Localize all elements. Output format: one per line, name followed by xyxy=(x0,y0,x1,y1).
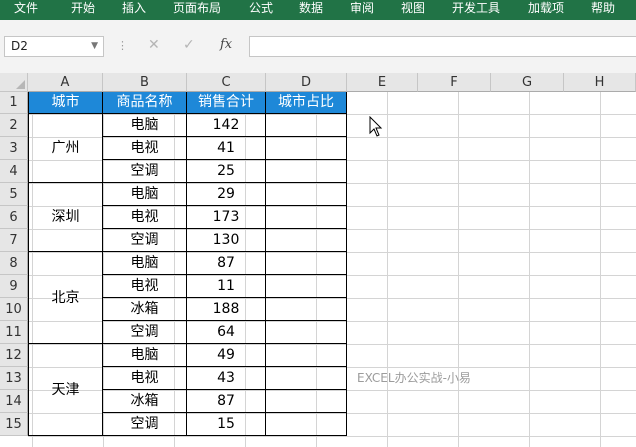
sales-cell[interactable]: 29 xyxy=(187,183,266,206)
chevron-down-icon[interactable]: ▼ xyxy=(91,37,98,56)
ratio-cell[interactable] xyxy=(266,252,347,275)
row-header-8[interactable]: 8 xyxy=(0,252,28,275)
product-cell[interactable]: 空调 xyxy=(103,321,187,344)
row-header-12[interactable]: 12 xyxy=(0,344,28,367)
row-header-13[interactable]: 13 xyxy=(0,367,28,390)
tab-help[interactable]: 帮助 xyxy=(591,0,615,20)
col-header-b[interactable]: B xyxy=(103,73,187,92)
formula-input[interactable] xyxy=(249,36,636,57)
tab-data[interactable]: 数据 xyxy=(299,0,323,20)
sales-cell[interactable]: 87 xyxy=(187,252,266,275)
row-header-11[interactable]: 11 xyxy=(0,321,28,344)
sales-cell[interactable]: 11 xyxy=(187,275,266,298)
ratio-cell[interactable] xyxy=(266,344,347,367)
sales-cell[interactable]: 41 xyxy=(187,137,266,160)
product-cell[interactable]: 电脑 xyxy=(103,183,187,206)
sales-cell[interactable]: 25 xyxy=(187,160,266,183)
ratio-cell[interactable] xyxy=(266,114,347,137)
city-cell[interactable]: 深圳 xyxy=(28,183,103,252)
ribbon-tabs: 文件 开始 插入 页面布局 公式 数据 审阅 视图 开发工具 加载项 帮助 xyxy=(0,0,636,20)
sales-cell[interactable]: 49 xyxy=(187,344,266,367)
row-header-5[interactable]: 5 xyxy=(0,183,28,206)
col-header-h[interactable]: H xyxy=(564,73,636,92)
col-header-g[interactable]: G xyxy=(491,73,564,92)
name-box[interactable]: D2 ▼ xyxy=(4,36,104,57)
insert-function-icon[interactable]: fx xyxy=(220,37,232,52)
product-cell[interactable]: 空调 xyxy=(103,413,187,436)
row-header-2[interactable]: 2 xyxy=(0,114,28,137)
ratio-cell[interactable] xyxy=(266,183,347,206)
row-header-6[interactable]: 6 xyxy=(0,206,28,229)
tab-formulas[interactable]: 公式 xyxy=(249,0,273,20)
sales-cell[interactable]: 130 xyxy=(187,229,266,252)
row-header-3[interactable]: 3 xyxy=(0,137,28,160)
sales-cell[interactable]: 173 xyxy=(187,206,266,229)
tab-home[interactable]: 开始 xyxy=(71,0,95,20)
row-header-15[interactable]: 15 xyxy=(0,413,28,436)
formula-bar: D2 ▼ ⋮ ✕ ✓ fx xyxy=(0,20,636,73)
table-header-cell[interactable]: 城市占比 xyxy=(266,92,347,114)
product-cell[interactable]: 冰箱 xyxy=(103,390,187,413)
ratio-cell[interactable] xyxy=(266,137,347,160)
more-options-icon: ⋮ xyxy=(117,39,128,52)
table-header-cell[interactable]: 城市 xyxy=(28,92,103,114)
ratio-cell[interactable] xyxy=(266,413,347,436)
col-header-f[interactable]: F xyxy=(418,73,491,92)
sales-cell[interactable]: 64 xyxy=(187,321,266,344)
mouse-cursor-icon xyxy=(369,116,383,137)
sales-cell[interactable]: 43 xyxy=(187,367,266,390)
product-cell[interactable]: 空调 xyxy=(103,160,187,183)
city-cell[interactable]: 广州 xyxy=(28,114,103,183)
product-cell[interactable]: 电脑 xyxy=(103,114,187,137)
tab-addins[interactable]: 加载项 xyxy=(528,0,564,20)
ratio-cell[interactable] xyxy=(266,229,347,252)
sales-cell[interactable]: 87 xyxy=(187,390,266,413)
tab-developer[interactable]: 开发工具 xyxy=(452,0,500,20)
ratio-cell[interactable] xyxy=(266,160,347,183)
name-box-value: D2 xyxy=(11,39,28,53)
tab-page-layout[interactable]: 页面布局 xyxy=(173,0,221,20)
row-header-4[interactable]: 4 xyxy=(0,160,28,183)
tab-insert[interactable]: 插入 xyxy=(122,0,146,20)
product-cell[interactable]: 冰箱 xyxy=(103,298,187,321)
ratio-cell[interactable] xyxy=(266,367,347,390)
row-header-10[interactable]: 10 xyxy=(0,298,28,321)
product-cell[interactable]: 电脑 xyxy=(103,252,187,275)
cancel-icon[interactable]: ✕ xyxy=(148,37,160,53)
product-cell[interactable]: 电脑 xyxy=(103,344,187,367)
col-header-a[interactable]: A xyxy=(28,73,103,92)
sales-cell[interactable]: 188 xyxy=(187,298,266,321)
ratio-cell[interactable] xyxy=(266,206,347,229)
city-cell[interactable]: 天津 xyxy=(28,344,103,436)
ratio-cell[interactable] xyxy=(266,321,347,344)
product-cell[interactable]: 电视 xyxy=(103,206,187,229)
col-header-c[interactable]: C xyxy=(187,73,266,92)
tab-file[interactable]: 文件 xyxy=(14,0,38,20)
ratio-cell[interactable] xyxy=(266,275,347,298)
tab-view[interactable]: 视图 xyxy=(401,0,425,20)
select-all-button[interactable] xyxy=(0,73,28,92)
row-header-7[interactable]: 7 xyxy=(0,229,28,252)
city-cell[interactable]: 北京 xyxy=(28,252,103,344)
watermark: EXCEL办公实战-小易 xyxy=(357,371,471,385)
ratio-cell[interactable] xyxy=(266,390,347,413)
col-header-d[interactable]: D xyxy=(266,73,347,92)
tab-review[interactable]: 审阅 xyxy=(350,0,374,20)
col-header-e[interactable]: E xyxy=(347,73,418,92)
row-header-14[interactable]: 14 xyxy=(0,390,28,413)
table-header-cell[interactable]: 商品名称 xyxy=(103,92,187,114)
product-cell[interactable]: 电视 xyxy=(103,137,187,160)
product-cell[interactable]: 空调 xyxy=(103,229,187,252)
row-header-1[interactable]: 1 xyxy=(0,92,28,114)
ratio-cell[interactable] xyxy=(266,298,347,321)
table-header-cell[interactable]: 销售合计 xyxy=(187,92,266,114)
product-cell[interactable]: 电视 xyxy=(103,275,187,298)
row-header-9[interactable]: 9 xyxy=(0,275,28,298)
sales-cell[interactable]: 15 xyxy=(187,413,266,436)
product-cell[interactable]: 电视 xyxy=(103,367,187,390)
sales-cell[interactable]: 142 xyxy=(187,114,266,137)
check-icon[interactable]: ✓ xyxy=(183,37,195,53)
